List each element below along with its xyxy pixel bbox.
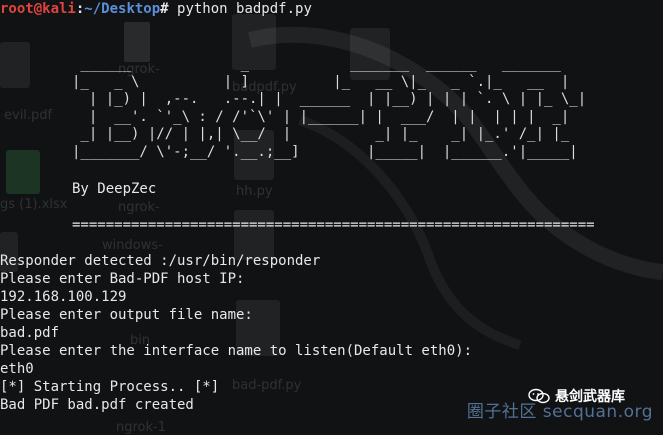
watermark-site: 圈子社区 secquan.org [466,402,653,422]
output-line: Bad PDF bad.pdf created [0,397,194,413]
command-prompt-line: root@kali:~/Desktop# python badpdf.py [0,0,312,18]
output-line: Please enter the interface name to liste… [0,343,473,359]
input-line: eth0 [0,361,34,377]
ascii-banner: ______ _ _______ ______ _______ |_ _ \ |… [72,56,587,160]
output-line: Please enter output file name: [0,307,253,323]
prompt-user: root@kali [0,1,76,17]
input-line: 192.168.100.129 [0,289,127,305]
terminal-window[interactable]: root@kali:~/Desktop# python badpdf.py __… [0,0,663,430]
input-line: bad.pdf [0,325,60,341]
output-line: Please enter Bad-PDF host IP: [0,271,245,287]
output-line: [*] Starting Process.. [*] [0,379,220,395]
prompt-symbol: # [160,1,169,17]
prompt-path: ~/Desktop [84,1,161,17]
command-text: python badpdf.py [168,1,312,17]
author-credit: By DeepZec [72,181,157,197]
separator-line: ========================================… [72,217,595,233]
output-line: Responder detected :/usr/bin/responder [0,253,321,269]
